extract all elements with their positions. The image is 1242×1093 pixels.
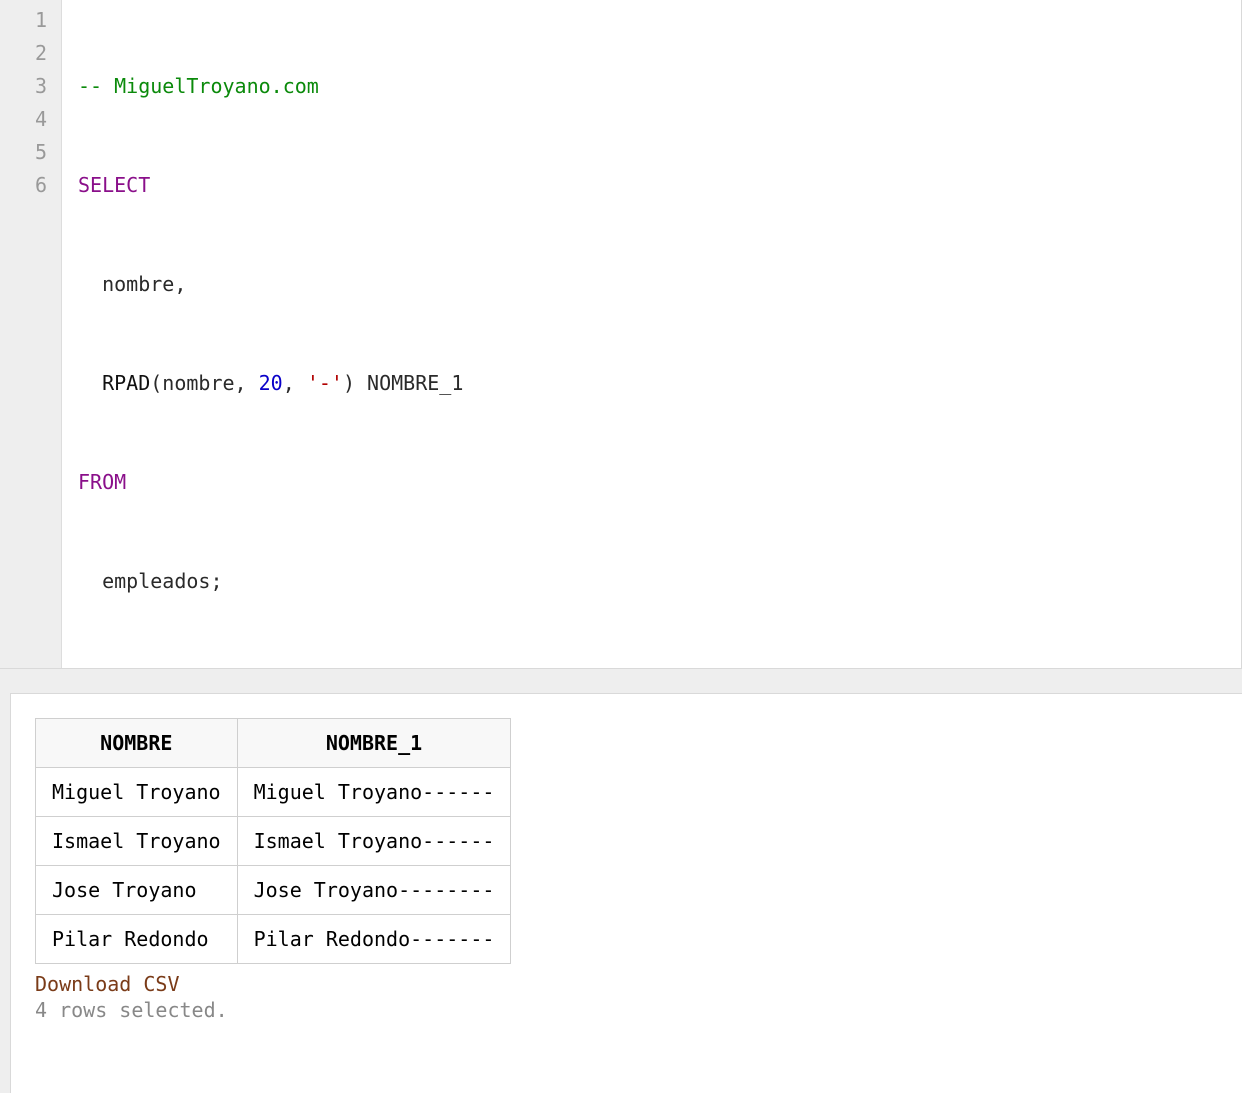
line-number: 5 xyxy=(10,136,47,169)
sql-function: RPAD xyxy=(102,371,150,395)
table-cell: Jose Troyano xyxy=(36,866,238,915)
line-number: 1 xyxy=(10,4,47,37)
editor-gutter: 1 2 3 4 5 6 xyxy=(0,0,62,668)
code-line: SELECT xyxy=(78,169,1231,202)
sql-editor[interactable]: 1 2 3 4 5 6 -- MiguelTroyano.com SELECT … xyxy=(0,0,1242,669)
code-line: FROM xyxy=(78,466,1231,499)
results-table: NOMBRE NOMBRE_1 Miguel Troyano Miguel Tr… xyxy=(35,718,511,964)
table-row: Ismael Troyano Ismael Troyano------ xyxy=(36,817,511,866)
sql-identifier: nombre, xyxy=(102,272,186,296)
sql-keyword: FROM xyxy=(78,470,126,494)
table-row: Pilar Redondo Pilar Redondo------- xyxy=(36,915,511,964)
code-line: empleados; xyxy=(78,565,1231,598)
table-row: Jose Troyano Jose Troyano-------- xyxy=(36,866,511,915)
sql-comment: -- MiguelTroyano.com xyxy=(78,74,319,98)
table-header-row: NOMBRE NOMBRE_1 xyxy=(36,719,511,768)
table-row: Miguel Troyano Miguel Troyano------ xyxy=(36,768,511,817)
row-count-label: 4 rows selected. xyxy=(35,998,1218,1022)
line-number: 4 xyxy=(10,103,47,136)
code-line: RPAD(nombre, 20, '-') NOMBRE_1 xyxy=(78,367,1231,400)
line-number: 6 xyxy=(10,169,47,202)
column-header[interactable]: NOMBRE xyxy=(36,719,238,768)
editor-code-area[interactable]: -- MiguelTroyano.com SELECT nombre, RPAD… xyxy=(62,0,1241,668)
table-cell: Miguel Troyano------ xyxy=(237,768,511,817)
sql-identifier: empleados; xyxy=(102,569,222,593)
line-number: 3 xyxy=(10,70,47,103)
table-cell: Jose Troyano-------- xyxy=(237,866,511,915)
code-line: -- MiguelTroyano.com xyxy=(78,70,1231,103)
line-number: 2 xyxy=(10,37,47,70)
column-header[interactable]: NOMBRE_1 xyxy=(237,719,511,768)
code-line: nombre, xyxy=(78,268,1231,301)
table-cell: Ismael Troyano------ xyxy=(237,817,511,866)
sql-keyword: SELECT xyxy=(78,173,150,197)
table-cell: Pilar Redondo------- xyxy=(237,915,511,964)
results-panel: NOMBRE NOMBRE_1 Miguel Troyano Miguel Tr… xyxy=(10,693,1242,1093)
results-area: NOMBRE NOMBRE_1 Miguel Troyano Miguel Tr… xyxy=(0,669,1242,1093)
sql-number: 20 xyxy=(259,371,283,395)
download-csv-link[interactable]: Download CSV xyxy=(35,972,180,996)
table-cell: Ismael Troyano xyxy=(36,817,238,866)
table-cell: Pilar Redondo xyxy=(36,915,238,964)
sql-string: '-' xyxy=(307,371,343,395)
table-cell: Miguel Troyano xyxy=(36,768,238,817)
